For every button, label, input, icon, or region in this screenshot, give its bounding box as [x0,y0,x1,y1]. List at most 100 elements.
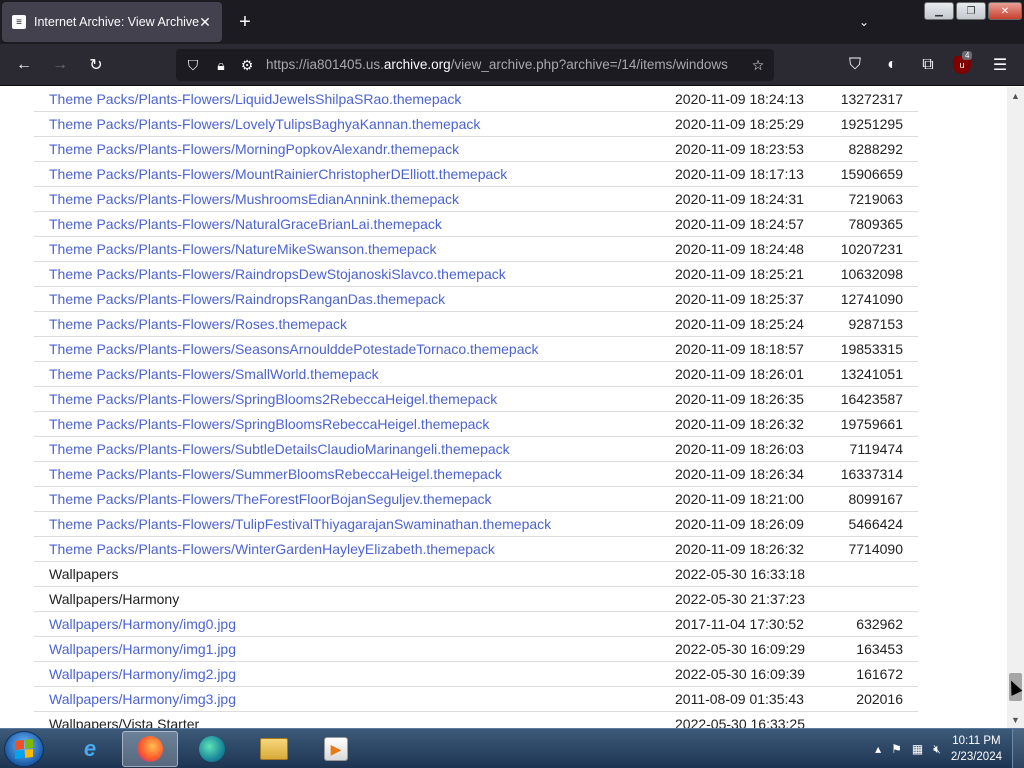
table-row: Theme Packs/Plants-Flowers/LovelyTulipsB… [34,112,918,137]
file-link[interactable]: Theme Packs/Plants-Flowers/SmallWorld.th… [49,366,379,382]
table-row: Theme Packs/Plants-Flowers/SubtleDetails… [34,437,918,462]
bookmark-star-icon[interactable]: ☆ [749,56,767,74]
file-link[interactable]: Wallpapers/Harmony/img2.jpg [49,666,236,682]
firefox-icon[interactable] [122,731,178,767]
file-link[interactable]: Theme Packs/Plants-Flowers/SubtleDetails… [49,441,510,457]
file-size: 632962 [856,616,903,632]
lock-icon[interactable]: 🔒︎ [212,56,230,74]
file-link[interactable]: Theme Packs/Plants-Flowers/Roses.themepa… [49,316,347,332]
file-explorer-icon[interactable] [246,731,302,767]
system-tray: ▴ ⚑ ▦ 🔇︎ 10:11 PM 2/23/2024 [875,729,1024,768]
file-link[interactable]: Wallpapers/Harmony/img0.jpg [49,616,236,632]
folder-name: Wallpapers/Harmony [49,591,180,607]
modified-date: 2020-11-09 18:24:57 [675,216,804,232]
file-size: 15906659 [840,166,903,182]
media-player-icon[interactable]: ▶ [308,731,364,767]
internet-explorer-icon[interactable]: e [62,731,118,767]
table-row: Theme Packs/Plants-Flowers/LiquidJewelsS… [34,87,918,112]
file-link[interactable]: Theme Packs/Plants-Flowers/MountRainierC… [49,166,507,182]
taskbar: e ▶ ▴ ⚑ ▦ 🔇︎ 10:11 PM 2/23/2024 [0,728,1024,768]
file-link[interactable]: Theme Packs/Plants-Flowers/SummerBloomsR… [49,466,502,482]
file-size: 8099167 [848,491,903,507]
scroll-up-arrow-icon[interactable]: ▲ [1007,87,1024,104]
file-size: 7219063 [848,191,903,207]
new-tab-button[interactable]: + [234,11,256,33]
file-link[interactable]: Wallpapers/Harmony/img3.jpg [49,691,236,707]
windows-logo-icon [15,739,33,759]
file-link[interactable]: Theme Packs/Plants-Flowers/RaindropsRang… [49,291,445,307]
file-link[interactable]: Theme Packs/Plants-Flowers/MushroomsEdia… [49,191,459,207]
navigation-bar: ← → ↻ ⛉ 🔒︎ ⚙︎ https://ia801405.us.archiv… [0,44,1024,86]
file-size: 10632098 [840,266,903,282]
file-link[interactable]: Theme Packs/Plants-Flowers/RaindropsDewS… [49,266,506,282]
tracking-protection-shield-icon[interactable]: ⛉ [184,56,202,74]
file-link[interactable]: Theme Packs/Plants-Flowers/WinterGardenH… [49,541,495,557]
file-link[interactable]: Theme Packs/Plants-Flowers/SpringBloomsR… [49,416,489,432]
table-row: Theme Packs/Plants-Flowers/MountRainierC… [34,162,918,187]
network-icon[interactable]: ▦ [912,742,923,756]
modified-date: 2022-05-30 16:09:39 [675,666,805,682]
file-link[interactable]: Wallpapers/Harmony/img1.jpg [49,641,236,657]
menu-hamburger-icon[interactable]: ☰ [989,54,1011,76]
table-row: Theme Packs/Plants-Flowers/SeasonsArnoul… [34,337,918,362]
file-size: 10207231 [840,241,903,257]
scroll-down-arrow-icon[interactable]: ▼ [1007,711,1024,728]
file-link[interactable]: Theme Packs/Plants-Flowers/TheForestFloo… [49,491,491,507]
ublock-badge: 4 [962,51,973,60]
file-size: 19853315 [840,341,903,357]
file-link[interactable]: Theme Packs/Plants-Flowers/NaturalGraceB… [49,216,442,232]
modified-date: 2020-11-09 18:21:00 [675,491,804,507]
forward-arrow-icon[interactable]: → [49,54,71,76]
table-row: Wallpapers/Harmony/img3.jpg 2011-08-09 01… [34,687,918,712]
minimize-button[interactable]: ▁ [924,2,954,20]
file-size: 8288292 [848,141,903,157]
table-row: Theme Packs/Plants-Flowers/MorningPopkov… [34,137,918,162]
vertical-scrollbar[interactable]: ▲ ▼ [1007,87,1024,728]
folder-name: Wallpapers [49,566,119,582]
show-hidden-icons-arrow-icon[interactable]: ▴ [875,742,881,756]
file-link[interactable]: Theme Packs/Plants-Flowers/NatureMikeSwa… [49,241,437,257]
edge-icon[interactable] [184,731,240,767]
volume-muted-icon[interactable]: 🔇︎ [933,742,941,757]
table-row: Theme Packs/Plants-Flowers/RaindropsRang… [34,287,918,312]
address-bar[interactable]: ⛉ 🔒︎ ⚙︎ https://ia801405.us.archive.org/… [176,49,774,81]
table-row: Theme Packs/Plants-Flowers/WinterGardenH… [34,537,918,562]
file-size: 7119474 [849,441,903,457]
file-link[interactable]: Theme Packs/Plants-Flowers/LovelyTulipsB… [49,116,480,132]
start-button[interactable] [4,731,44,767]
permissions-icon[interactable]: ⚙︎ [238,56,256,74]
file-link[interactable]: Theme Packs/Plants-Flowers/MorningPopkov… [49,141,459,157]
file-size: 13272317 [840,91,903,107]
page-content: Theme Packs/Plants-Flowers/LiquidJewelsS… [0,87,1007,728]
close-tab-icon[interactable]: ✕ [196,13,214,31]
file-link[interactable]: Theme Packs/Plants-Flowers/SpringBlooms2… [49,391,497,407]
table-row: Wallpapers 2022-05-30 16:33:18 [34,562,918,587]
tab-internet-archive[interactable]: ≡ Internet Archive: View Archive ✕ [2,2,222,42]
archive-favicon-icon: ≡ [12,15,26,29]
pocket-icon[interactable]: ⛉ [844,54,866,76]
show-desktop-button[interactable] [1012,729,1024,768]
action-center-flag-icon[interactable]: ⚑ [891,742,902,756]
back-arrow-icon[interactable]: ← [13,54,35,76]
table-row: Theme Packs/Plants-Flowers/SpringBlooms2… [34,387,918,412]
system-clock[interactable]: 10:11 PM 2/23/2024 [951,733,1002,765]
restore-button[interactable]: ❐ [956,2,986,20]
modified-date: 2020-11-09 18:25:37 [675,291,804,307]
file-link[interactable]: Theme Packs/Plants-Flowers/LiquidJewelsS… [49,91,461,107]
list-all-tabs-chevron-icon[interactable]: ⌄ [854,12,874,32]
url-text[interactable]: https://ia801405.us.archive.org/view_arc… [266,57,740,72]
archive-listing-table: Theme Packs/Plants-Flowers/LiquidJewelsS… [34,87,918,728]
extensions-puzzle-icon[interactable]: ⧉ [917,54,939,76]
file-link[interactable]: Theme Packs/Plants-Flowers/SeasonsArnoul… [49,341,538,357]
reload-icon[interactable]: ↻ [85,54,107,76]
modified-date: 2022-05-30 16:09:29 [675,641,805,657]
account-icon[interactable]: ◐ [881,54,903,76]
table-row: Theme Packs/Plants-Flowers/NatureMikeSwa… [34,237,918,262]
table-row: Theme Packs/Plants-Flowers/SummerBloomsR… [34,462,918,487]
file-size: 7714090 [848,541,903,557]
file-link[interactable]: Theme Packs/Plants-Flowers/TulipFestival… [49,516,551,532]
table-row: Wallpapers/Harmony/img1.jpg 2022-05-30 16… [34,637,918,662]
modified-date: 2020-11-09 18:25:24 [675,316,804,332]
close-window-button[interactable]: ✕ [988,2,1022,20]
table-row: Wallpapers/Harmony/img0.jpg 2017-11-04 17… [34,612,918,637]
